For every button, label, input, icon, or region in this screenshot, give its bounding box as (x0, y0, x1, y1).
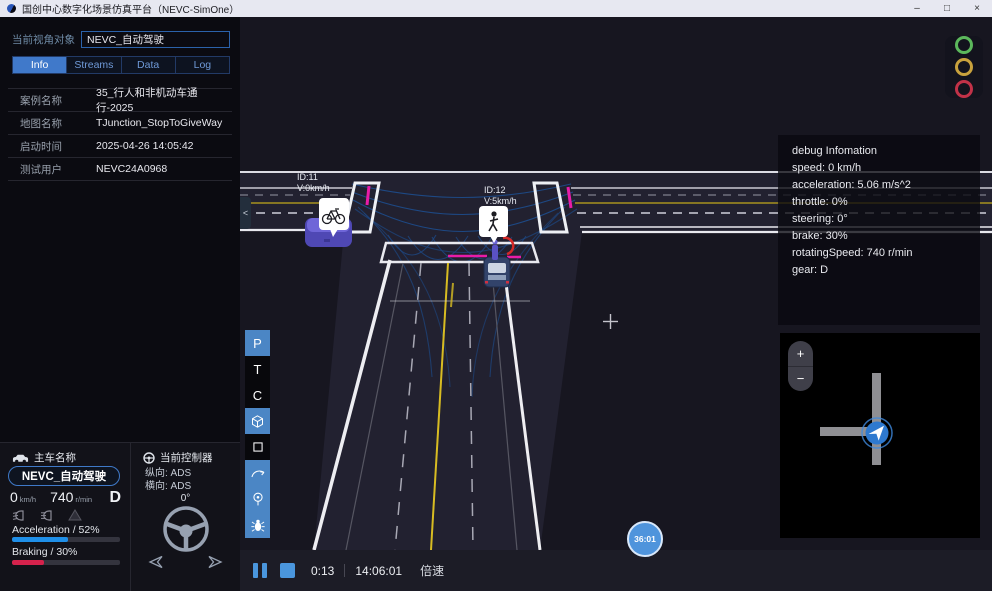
steering-icon (143, 452, 155, 464)
info-fields: 案例名称 35_行人和非机动车通行-2025 地图名称 TJunction_St… (8, 88, 232, 181)
steering-wheel-icon (159, 505, 213, 555)
tool-cube-button[interactable] (245, 408, 270, 434)
steering-angle: 0° (131, 493, 240, 504)
debug-steering: steering: 0° (792, 211, 966, 228)
braking-bar (12, 560, 120, 565)
clock-time: 14:06:01 (355, 564, 402, 578)
car-icon (12, 453, 29, 463)
debug-title: debug Infomation (792, 143, 966, 160)
countdown-badge: 36:01 (627, 521, 663, 557)
view-target-label: 当前视角对象 (12, 32, 75, 47)
elapsed-time: 0:13 (311, 564, 334, 578)
warning-triangle-icon (68, 509, 82, 521)
tool-c-button[interactable]: C (245, 382, 270, 408)
controller-lateral: 横向: ADS (145, 480, 191, 493)
ego-vehicle-panel: 主车名称 NEVC_自动驾驶 0 km/h 740 r/min D (0, 442, 240, 591)
playback-rate-button[interactable]: 倍速 (420, 562, 444, 579)
speed-value: 0 (10, 489, 18, 505)
minimize-icon[interactable]: – (902, 0, 932, 17)
field-test-user: 测试用户 NEVC24A0968 (8, 158, 232, 181)
debug-throttle: throttle: 0% (792, 194, 966, 211)
view-target-input[interactable] (81, 31, 230, 48)
field-case-name: 案例名称 35_行人和非机动车通行-2025 (8, 89, 232, 112)
tool-curve-button[interactable] (245, 460, 270, 486)
sidebar-collapse-handle[interactable]: < (240, 197, 251, 229)
app-icon (7, 4, 16, 13)
sidebar-tabs: Info Streams Data Log (12, 56, 230, 74)
actor-12-id: ID:12 (484, 185, 506, 195)
traffic-light-green (955, 36, 973, 54)
acceleration-bar (12, 537, 120, 542)
tool-p-button[interactable]: P (245, 330, 270, 356)
left-sidebar: 当前视角对象 Info Streams Data Log 案例名称 35_行人和… (0, 17, 240, 591)
minimap-zoom-control: + − (788, 341, 813, 391)
low-beam-icon (12, 510, 28, 521)
stop-icon[interactable] (280, 563, 295, 578)
turn-right-icon (208, 555, 224, 569)
viewport-toolbar: P T C (245, 330, 270, 538)
maximize-icon[interactable]: □ (932, 0, 962, 17)
window-title: 国创中心数字化场景仿真平台（NEVC-SimOne） (22, 1, 239, 16)
debug-panel: debug Infomation speed: 0 km/h accelerat… (778, 135, 980, 325)
actor-11-speed: V:0km/h (297, 183, 330, 193)
tool-location-button[interactable] (245, 486, 270, 512)
traffic-light-red (955, 80, 973, 98)
actor-12-speed: V:5km/h (484, 196, 517, 206)
tab-data[interactable]: Data (122, 57, 176, 73)
traffic-light-amber (955, 58, 973, 76)
acceleration-label: Acceleration / 52% (12, 524, 100, 536)
gear-indicator: D (109, 489, 121, 507)
debug-brake: brake: 30% (792, 228, 966, 245)
tab-log[interactable]: Log (176, 57, 229, 73)
debug-acceleration: acceleration: 5.06 m/s^2 (792, 177, 966, 194)
titlebar: 国创中心数字化场景仿真平台（NEVC-SimOne） – □ × (0, 0, 992, 17)
actor-11-id: ID:11 (297, 172, 318, 182)
controller-longitudinal: 纵向: ADS (145, 467, 191, 480)
location-icon (251, 491, 265, 507)
cube-icon (250, 414, 265, 429)
tool-t-button[interactable]: T (245, 356, 270, 382)
debug-speed: speed: 0 km/h (792, 160, 966, 177)
playbar-divider (344, 564, 345, 577)
tool-square-button[interactable] (245, 434, 270, 460)
ego-name-label: 主车名称 (34, 450, 76, 465)
zoom-in-button[interactable]: + (788, 341, 813, 367)
tab-streams[interactable]: Streams (67, 57, 121, 73)
debug-gear: gear: D (792, 262, 966, 279)
field-map-name: 地图名称 TJunction_StopToGiveWay (8, 112, 232, 135)
close-icon[interactable]: × (962, 0, 992, 17)
bug-icon (251, 518, 265, 533)
braking-label: Braking / 30% (12, 546, 77, 558)
tab-info[interactable]: Info (13, 57, 67, 73)
pause-icon[interactable] (253, 563, 267, 578)
debug-rotating-speed: rotatingSpeed: 740 r/min (792, 245, 966, 262)
scene-viewport: ID:11 V:0km/h (240, 17, 992, 550)
crosshair-cursor (603, 314, 618, 329)
playback-bar: 0:13 14:06:01 倍速 (240, 550, 992, 591)
tool-bug-button[interactable] (245, 512, 270, 538)
rpm-value: 740 (50, 489, 73, 505)
square-icon (251, 440, 265, 454)
ego-name-button[interactable]: NEVC_自动驾驶 (8, 466, 120, 486)
minimap[interactable]: + − (780, 333, 980, 538)
turn-left-icon (147, 555, 163, 569)
ego-car[interactable] (484, 257, 510, 287)
controller-title: 当前控制器 (160, 450, 213, 465)
field-start-time: 启动时间 2025-04-26 14:05:42 (8, 135, 232, 158)
simone-window: 国创中心数字化场景仿真平台（NEVC-SimOne） – □ × 当前视角对象 … (0, 0, 992, 591)
position-lamp-icon (40, 510, 56, 521)
zoom-out-button[interactable]: − (788, 367, 813, 392)
traffic-light-indicator (945, 36, 983, 98)
curve-icon (250, 466, 266, 480)
